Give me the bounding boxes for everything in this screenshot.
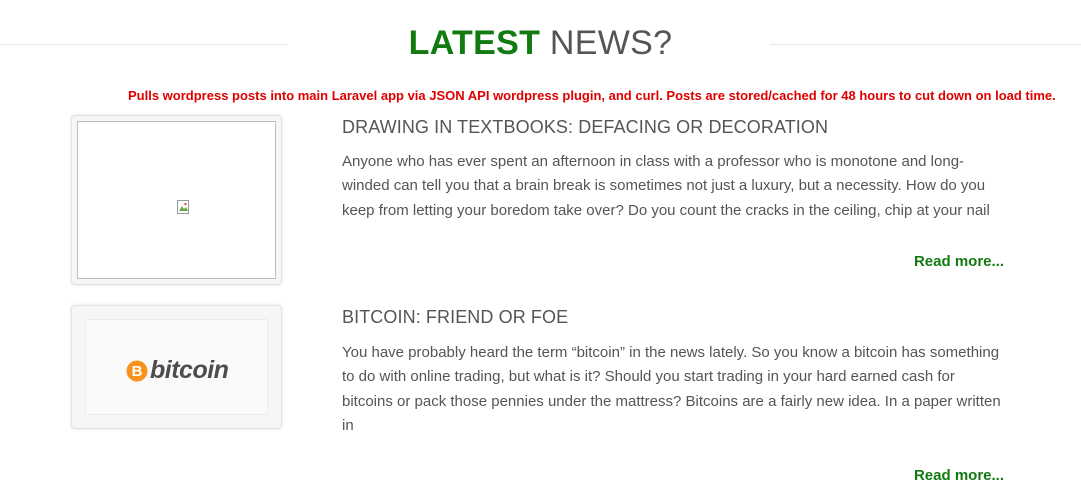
bitcoin-icon: B — [126, 360, 148, 381]
heading-light: NEWS? — [549, 24, 673, 62]
post-thumbnail[interactable] — [71, 115, 282, 285]
post-title[interactable]: BITCOIN: FRIEND OR FOE — [342, 307, 568, 328]
thumbnail-frame: B bitcoin — [85, 319, 268, 415]
heading-strong: LATEST — [408, 24, 541, 62]
section-heading: LATEST NEWS? — [0, 24, 1081, 63]
post-thumbnail[interactable]: B bitcoin — [71, 305, 282, 429]
bitcoin-logo-text: bitcoin — [150, 356, 229, 384]
read-more-link[interactable]: Read more... — [914, 253, 1004, 270]
thumbnail-frame — [77, 121, 276, 279]
post-excerpt: Anyone who has ever spent an afternoon i… — [342, 153, 990, 219]
bitcoin-logo: B bitcoin — [126, 356, 229, 385]
annotation-note: Pulls wordpress posts into main Laravel … — [128, 88, 1056, 103]
post-excerpt: You have probably heard the term “bitcoi… — [342, 344, 1001, 434]
post-title[interactable]: DRAWING IN TEXTBOOKS: DEFACING OR DECORA… — [342, 117, 828, 138]
read-more-link[interactable]: Read more... — [914, 467, 1004, 484]
svg-text:B: B — [132, 363, 143, 380]
broken-image-icon — [177, 200, 189, 214]
